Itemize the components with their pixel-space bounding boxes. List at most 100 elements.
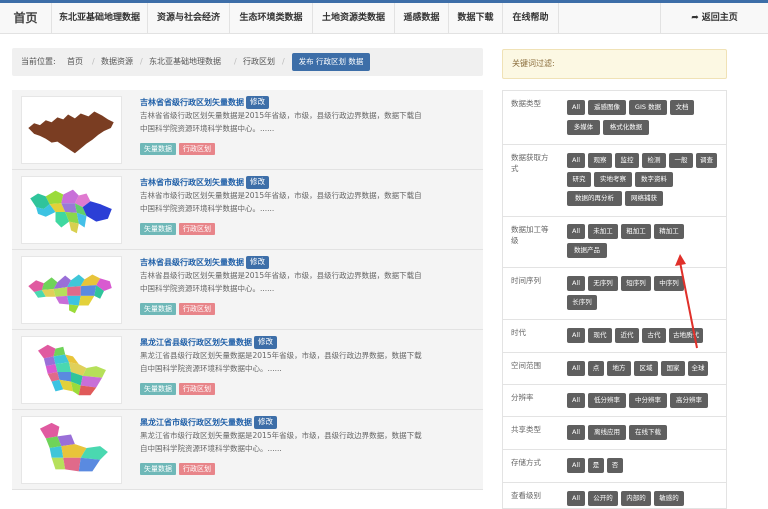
dataset-title-text[interactable]: 黑龙江省市级行政区划矢量数据 [140,418,252,427]
edit-button[interactable]: 修改 [254,416,277,429]
filter-option[interactable]: 古地质代 [669,328,703,343]
dataset-thumbnail-map[interactable] [21,96,122,164]
tag-admin-division[interactable]: 行政区划 [179,383,215,395]
filter-option[interactable]: 多媒体 [567,120,600,135]
filter-option[interactable]: All [567,100,585,115]
filter-option[interactable]: 数据产品 [567,243,607,258]
tag-vector-data[interactable]: 矢量数据 [140,463,176,475]
nav-item-remote-sensing[interactable]: 遥感数据 [395,3,449,33]
filter-option[interactable]: 检测 [642,153,666,168]
filter-option[interactable]: 国家 [661,361,685,376]
filter-option[interactable]: 公开的 [588,491,618,506]
filter-option[interactable]: All [567,458,585,473]
filter-option[interactable]: 区域 [634,361,658,376]
filter-option[interactable]: All [567,328,585,343]
filter-option[interactable]: GIS 数据 [629,100,667,115]
dataset-title-text[interactable]: 吉林省省级行政区划矢量数据 [140,98,244,107]
dataset-title[interactable]: 黑龙江省市级行政区划矢量数据 修改 [140,416,277,429]
filter-option[interactable]: All [567,276,585,291]
filter-option[interactable]: 点 [588,361,604,376]
filter-option[interactable]: 古代 [642,328,666,343]
nav-item-ne-asia-geo[interactable]: 东北亚基础地理数据 [52,3,148,33]
filter-option[interactable]: 一般 [669,153,693,168]
dataset-title-text[interactable]: 黑龙江省县级行政区划矢量数据 [140,338,252,347]
filter-option[interactable]: 观察 [588,153,612,168]
filter-option[interactable]: 精加工 [654,224,684,239]
filter-option[interactable]: 在线下载 [629,425,667,440]
dataset-thumbnail-map[interactable] [21,336,122,404]
filter-option[interactable]: All [567,425,585,440]
filter-option[interactable]: 实地考察 [594,172,632,187]
filter-option[interactable]: 格式化数据 [603,120,649,135]
filter-option[interactable]: 遥感图像 [588,100,626,115]
dataset-title[interactable]: 黑龙江省县级行政区划矢量数据 修改 [140,336,277,349]
dataset-title[interactable]: 吉林省县级行政区划矢量数据 修改 [140,256,269,269]
filter-option[interactable]: 全球 [688,361,708,376]
publish-data-button[interactable]: 发布 行政区划 数据 [292,53,370,71]
filter-option[interactable]: All [567,153,585,168]
nav-item-resources-economy[interactable]: 资源与社会经济 [148,3,230,33]
filter-option[interactable]: 地方 [607,361,631,376]
tag-vector-data[interactable]: 矢量数据 [140,223,176,235]
filter-option[interactable]: 未加工 [588,224,618,239]
filter-option[interactable]: 短序列 [621,276,651,291]
edit-button[interactable]: 修改 [246,176,269,189]
filter-option[interactable]: All [567,393,585,408]
filter-option[interactable]: 近代 [615,328,639,343]
tag-vector-data[interactable]: 矢量数据 [140,303,176,315]
filter-option[interactable]: 敏感的 [654,491,684,506]
filter-option[interactable]: 网络捕获 [625,191,663,206]
jilin-province-map [28,111,114,154]
nav-home-brand[interactable]: 首页 [0,3,52,33]
filter-option[interactable]: All [567,224,585,239]
tag-vector-data[interactable]: 矢量数据 [140,383,176,395]
tag-vector-data[interactable]: 矢量数据 [140,143,176,155]
filter-option[interactable]: 是 [588,458,604,473]
edit-button[interactable]: 修改 [254,336,277,349]
dataset-title[interactable]: 吉林省省级行政区划矢量数据 修改 [140,96,269,109]
breadcrumb-data-resources[interactable]: 数据资源 [101,48,133,76]
filter-option[interactable]: 调查 [696,153,717,168]
dataset-thumbnail-map[interactable] [21,416,122,484]
jilin-city-map [30,189,112,234]
filter-option[interactable]: 否 [607,458,623,473]
filter-option[interactable]: All [567,491,585,506]
filter-option[interactable]: 数字资料 [635,172,673,187]
nav-item-help[interactable]: 在线帮助 [503,3,559,33]
filter-option[interactable]: 长序列 [567,295,597,310]
dataset-title-text[interactable]: 吉林省县级行政区划矢量数据 [140,258,244,267]
filter-option[interactable]: 现代 [588,328,612,343]
dataset-thumbnail-map[interactable] [21,256,122,324]
tag-admin-division[interactable]: 行政区划 [179,143,215,155]
filter-option[interactable]: All [567,361,585,376]
filter-option[interactable]: 文档 [670,100,694,115]
tag-admin-division[interactable]: 行政区划 [179,303,215,315]
return-home-link[interactable]: ➦ 返回主页 [660,3,768,33]
breadcrumb-home[interactable]: 首页 [67,48,83,76]
keyword-filter-box[interactable]: 关键词过滤: [502,49,727,79]
nav-item-ecology[interactable]: 生态环境类数据 [230,3,313,33]
filter-option[interactable]: 研究 [567,172,591,187]
filter-option[interactable]: 数据的再分析 [567,191,622,206]
edit-button[interactable]: 修改 [246,256,269,269]
breadcrumb-admin-division[interactable]: 行政区划 [243,48,275,76]
filter-option[interactable]: 监控 [615,153,639,168]
breadcrumb-ne-asia-geo[interactable]: 东北亚基础地理数据 [149,48,221,76]
tag-admin-division[interactable]: 行政区划 [179,223,215,235]
filter-option[interactable]: 内部的 [621,491,651,506]
nav-item-land-resources[interactable]: 土地资源类数据 [313,3,395,33]
filter-option[interactable]: 离线应用 [588,425,626,440]
filter-option[interactable]: 粗加工 [621,224,651,239]
dataset-title-text[interactable]: 吉林省市级行政区划矢量数据 [140,178,244,187]
filter-option[interactable]: 中分辨率 [629,393,667,408]
dataset-thumbnail-map[interactable] [21,176,122,244]
nav-item-download[interactable]: 数据下载 [449,3,503,33]
filter-option[interactable]: 中序列 [654,276,684,291]
filter-label: 时代 [511,328,526,337]
dataset-title[interactable]: 吉林省市级行政区划矢量数据 修改 [140,176,269,189]
filter-option[interactable]: 高分辨率 [670,393,708,408]
filter-option[interactable]: 无序列 [588,276,618,291]
edit-button[interactable]: 修改 [246,96,269,109]
filter-option[interactable]: 低分辨率 [588,393,626,408]
tag-admin-division[interactable]: 行政区划 [179,463,215,475]
